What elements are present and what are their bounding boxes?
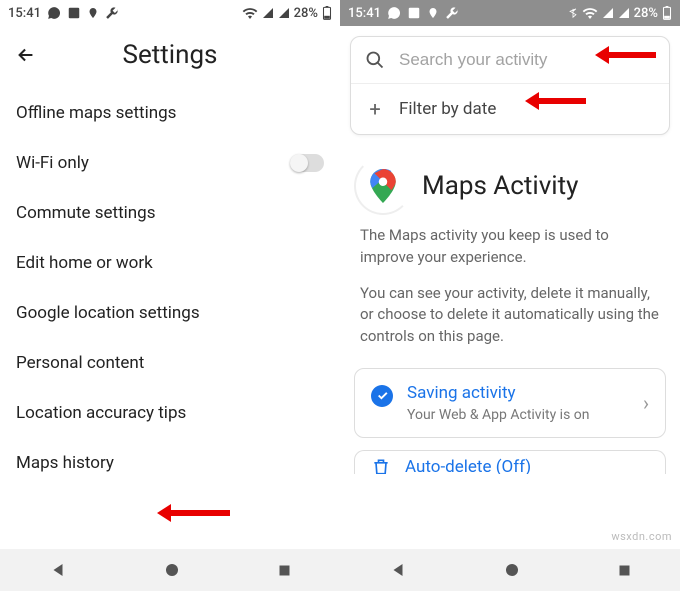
google-location-item[interactable]: Google location settings bbox=[4, 288, 336, 338]
item-label: Offline maps settings bbox=[16, 103, 176, 123]
wifi-only-switch[interactable] bbox=[290, 154, 324, 172]
nav-back-icon[interactable] bbox=[49, 561, 67, 579]
saving-activity-card[interactable]: Saving activity Your Web & App Activity … bbox=[354, 368, 666, 438]
battery-pct: 28% bbox=[634, 6, 658, 21]
personal-content-item[interactable]: Personal content bbox=[4, 338, 336, 388]
status-bar: 15:41 28% bbox=[340, 0, 680, 26]
nav-bar bbox=[0, 549, 340, 591]
nav-bar bbox=[340, 549, 680, 591]
search-card: + Filter by date bbox=[350, 36, 670, 135]
battery-icon bbox=[662, 6, 672, 20]
clock: 15:41 bbox=[8, 6, 41, 21]
item-label: Maps history bbox=[16, 453, 114, 473]
offline-maps-settings-item[interactable]: Offline maps settings bbox=[4, 88, 336, 138]
nav-home-icon[interactable] bbox=[504, 562, 520, 578]
item-label: Personal content bbox=[16, 353, 144, 373]
description-1: The Maps activity you keep is used to im… bbox=[340, 225, 680, 283]
wrench-icon bbox=[445, 6, 459, 20]
maps-activity-screen: 15:41 28% + Filter by date bbox=[340, 0, 680, 591]
chevron-right-icon: › bbox=[643, 391, 649, 415]
item-label: Location accuracy tips bbox=[16, 403, 186, 423]
image-icon bbox=[407, 6, 421, 20]
bluetooth-icon bbox=[568, 6, 578, 20]
location-accuracy-item[interactable]: Location accuracy tips bbox=[4, 388, 336, 438]
item-label: Google location settings bbox=[16, 303, 200, 323]
maps-history-item[interactable]: Maps history bbox=[4, 438, 336, 488]
card-title: Saving activity bbox=[407, 383, 629, 403]
plus-icon: + bbox=[365, 97, 385, 121]
nav-back-icon[interactable] bbox=[389, 561, 407, 579]
settings-screen: 15:41 28% Settings Offline maps settings… bbox=[0, 0, 340, 591]
item-label: Wi-Fi only bbox=[16, 153, 89, 173]
search-icon bbox=[365, 50, 385, 70]
nav-recent-icon[interactable] bbox=[617, 563, 632, 578]
filter-by-date-row[interactable]: + Filter by date bbox=[351, 83, 669, 134]
card-subtitle: Your Web & App Activity is on bbox=[407, 407, 629, 423]
check-circle-icon bbox=[371, 385, 393, 407]
item-label: Edit home or work bbox=[16, 253, 153, 273]
annotation-arrow bbox=[600, 52, 656, 58]
signal1-icon bbox=[262, 7, 274, 19]
location-icon bbox=[87, 6, 99, 20]
description-2: You can see your activity, delete it man… bbox=[340, 283, 680, 362]
auto-delete-card[interactable]: Auto-delete (Off) bbox=[354, 450, 666, 474]
trash-icon bbox=[371, 457, 391, 474]
nav-recent-icon[interactable] bbox=[277, 563, 292, 578]
wifi-icon bbox=[582, 7, 598, 19]
annotation-arrow bbox=[530, 98, 586, 104]
clock: 15:41 bbox=[348, 6, 381, 21]
item-label: Commute settings bbox=[16, 203, 156, 223]
page-title: Settings bbox=[12, 40, 328, 70]
google-maps-icon bbox=[360, 163, 406, 209]
signal2-icon bbox=[618, 7, 630, 19]
wrench-icon bbox=[105, 6, 119, 20]
status-bar: 15:41 28% bbox=[0, 0, 340, 26]
settings-list: Offline maps settings Wi-Fi only Commute… bbox=[0, 88, 340, 488]
image-icon bbox=[67, 6, 81, 20]
location-icon bbox=[427, 6, 439, 20]
filter-label: Filter by date bbox=[399, 99, 496, 119]
battery-icon bbox=[322, 6, 332, 20]
whatsapp-icon bbox=[47, 6, 61, 20]
page-title: Maps Activity bbox=[422, 171, 578, 201]
wifi-only-item[interactable]: Wi-Fi only bbox=[4, 138, 336, 188]
watermark: wsxdn.com bbox=[611, 530, 672, 543]
signal1-icon bbox=[602, 7, 614, 19]
card-title: Auto-delete (Off) bbox=[405, 457, 531, 474]
edit-home-work-item[interactable]: Edit home or work bbox=[4, 238, 336, 288]
wifi-icon bbox=[242, 7, 258, 19]
annotation-arrow bbox=[162, 510, 230, 516]
nav-home-icon[interactable] bbox=[164, 562, 180, 578]
whatsapp-icon bbox=[387, 6, 401, 20]
search-row[interactable] bbox=[351, 37, 669, 83]
battery-pct: 28% bbox=[294, 6, 318, 21]
commute-settings-item[interactable]: Commute settings bbox=[4, 188, 336, 238]
signal2-icon bbox=[278, 7, 290, 19]
app-header: Settings bbox=[0, 26, 340, 88]
maps-activity-header: Maps Activity bbox=[340, 135, 680, 225]
